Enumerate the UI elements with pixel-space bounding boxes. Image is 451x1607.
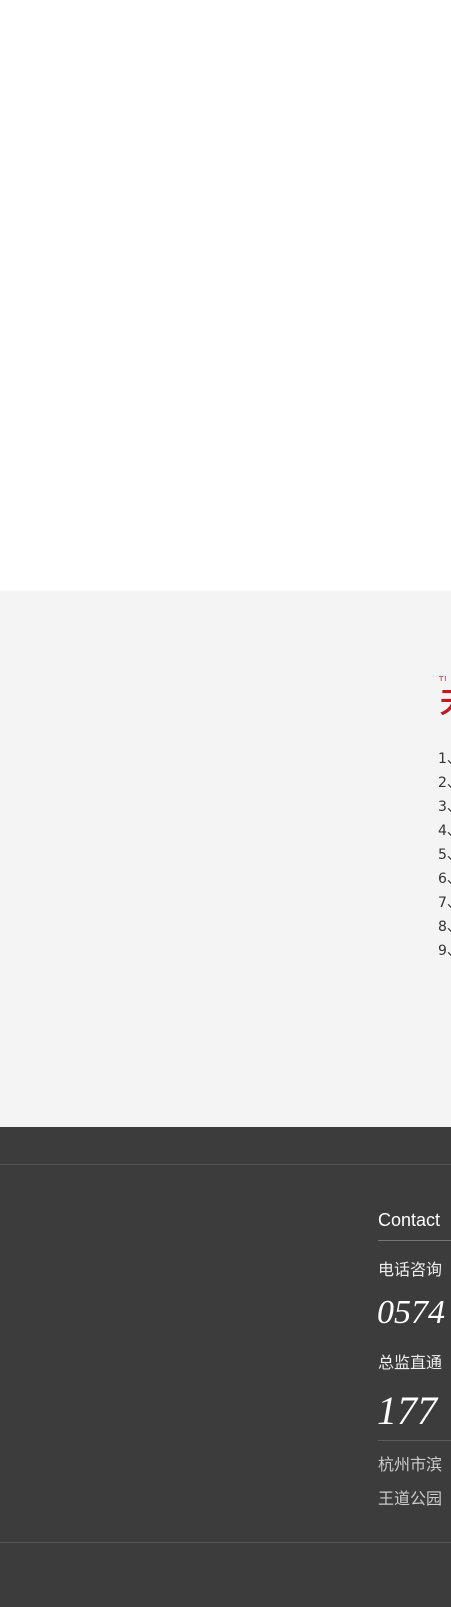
list-item: 2、	[438, 775, 451, 791]
list-item: 7、	[438, 895, 451, 911]
director-hotline-label: 总监直通	[378, 1353, 443, 1372]
about-section: TI 天 1、 2、 3、 4、 5、 6、 7、 8、 9、	[0, 591, 451, 1127]
contact-divider	[378, 1240, 451, 1241]
address-line-2: 王道公园	[378, 1489, 443, 1508]
phone-consult-label: 电话咨询	[378, 1260, 443, 1279]
section-title: 天	[440, 689, 451, 717]
list-item: 1、	[438, 751, 451, 767]
list-item: 9、	[438, 943, 451, 959]
director-hotline-number[interactable]: 177	[377, 1391, 437, 1431]
section-eyebrow: TI	[439, 675, 448, 683]
list-item: 4、	[438, 823, 451, 839]
feature-list: 1、 2、 3、 4、 5、 6、 7、 8、 9、	[438, 751, 451, 967]
list-item: 6、	[438, 871, 451, 887]
address-line-1: 杭州市滨	[378, 1455, 443, 1474]
footer: Contact 电话咨询 0574 总监直通 177 杭州市滨 王道公园	[0, 1127, 451, 1607]
address-divider	[378, 1440, 451, 1441]
phone-consult-number[interactable]: 0574	[377, 1296, 445, 1330]
list-item: 3、	[438, 799, 451, 815]
footer-divider-bottom	[0, 1542, 451, 1543]
top-blank-area	[0, 0, 451, 591]
footer-divider-top	[0, 1164, 451, 1165]
list-item: 8、	[438, 919, 451, 935]
contact-heading: Contact	[378, 1210, 441, 1230]
list-item: 5、	[438, 847, 451, 863]
